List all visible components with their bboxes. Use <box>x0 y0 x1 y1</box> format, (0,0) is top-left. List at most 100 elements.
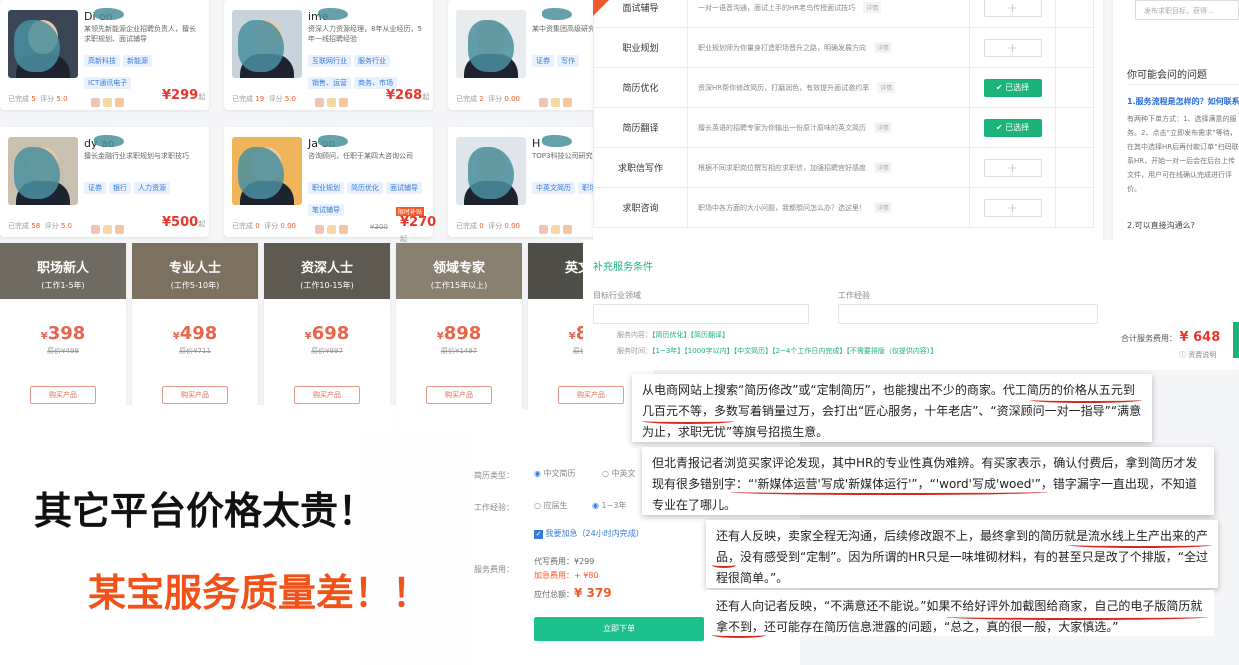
consultant-price: ¥270起 <box>400 215 437 243</box>
action-icons[interactable] <box>536 219 572 238</box>
tier-header: 职场新人 (工作1-5年) <box>0 243 126 299</box>
skill-tag: 职业规划 <box>308 182 344 194</box>
service-row: 求职咨询 职场中各方面的大小问题，我都想问怎么办？选这里！ 详情 + <box>593 187 1094 228</box>
tier-orig-price: 原价¥1497 <box>440 347 478 355</box>
tier-header: 资深人士 (工作10-15年) <box>264 243 390 299</box>
tier-title: 专业人士 <box>168 261 221 276</box>
highlight-underline <box>712 632 766 638</box>
consultant-card[interactable]: Ja oo 咨询顾问，任职于某四大咨询公司 职业规划简历优化面试辅导笔试辅导 已… <box>224 127 436 243</box>
supplement-panel: 补充服务条件 目标行业领域 工作经验 服务内容：【简历优化】【简历翻译】 服务时… <box>583 240 1239 370</box>
detail-link[interactable]: 详情 <box>863 2 882 13</box>
tier-price: ¥498 <box>172 323 218 344</box>
tier-title: 领域专家 <box>432 261 485 276</box>
search-input[interactable]: 发布求职目标，获得... <box>1135 0 1239 20</box>
tier-orig-price: 原价¥997 <box>311 347 343 355</box>
radio-icon: ○ <box>534 501 541 510</box>
headline-overlay <box>0 405 470 665</box>
consultant-name: H <box>532 137 541 150</box>
radio-icon: ◉ <box>534 469 541 478</box>
privacy-blur <box>94 8 124 20</box>
selected-button[interactable]: ✔ 已选择 <box>983 118 1042 137</box>
consultant-desc: 咨询顾问，任职于某四大咨询公司 <box>308 152 413 160</box>
selected-button[interactable]: ✔ 已选择 <box>983 78 1042 97</box>
order-button-edge[interactable] <box>1233 322 1239 358</box>
service-time: 服务时间：【1~3年】【1000字以内】【中文简历】【2~4个工作日内完成】【不… <box>617 347 938 355</box>
tag-list: 互联网行业 服务行业销售、运营 商务、市场 <box>308 48 428 92</box>
add-button[interactable]: + <box>983 158 1042 177</box>
skill-tag: 高新科技 <box>84 55 120 67</box>
service-spacer <box>1055 147 1094 188</box>
action-icons[interactable] <box>88 219 124 238</box>
radio-graduate[interactable]: ○ 应届生 <box>534 500 568 511</box>
action-icons[interactable] <box>312 92 348 111</box>
service-action: ✔ 已选择 <box>969 107 1056 148</box>
total-fee: 合计服务费用： ¥ 648 <box>1121 330 1221 345</box>
skill-tag: 笔试辅导 <box>308 204 344 216</box>
service-desc: 资深HR帮你修改简历，打磨润色，有效提升面试邀约率 详情 <box>687 67 970 108</box>
buy-button[interactable]: 购买产品 <box>558 386 624 404</box>
skill-tag: 证券 <box>84 182 106 194</box>
action-icons[interactable] <box>536 92 572 111</box>
stats: 已完成 0 评分 0.00 <box>232 222 296 230</box>
consultant-card[interactable]: Di on 某领先新能源企业招聘负责人，擅长求职规划、面试辅导 高新科技新能源I… <box>0 0 209 110</box>
fee-writing: 代写费用：¥299 <box>534 557 595 566</box>
service-name: 职业规划 <box>593 27 688 68</box>
faq-title: 你可能会问的问题 <box>1127 70 1207 81</box>
service-table: 面试辅导 一对一语音沟通，面试上手的HR老鸟传授面试技巧 详情 + 职业规划 职业… <box>593 0 1094 228</box>
detail-link[interactable]: 详情 <box>874 162 893 173</box>
add-button[interactable]: + <box>983 0 1042 17</box>
urgent-checkbox[interactable]: ✓ 我要加急（24小时内完成） <box>534 528 644 539</box>
service-action: + <box>969 147 1056 188</box>
tier-sub: (工作1-5年) <box>41 281 85 290</box>
action-icons[interactable] <box>88 92 124 111</box>
consultant-card[interactable]: dy ao 擅长金融行业求职规划与求职技巧 证券银行人力资源 已完成 58 评分… <box>0 127 209 237</box>
field-industry-label: 目标行业领域 <box>593 291 641 300</box>
radio-chinese[interactable]: ◉ 中文简历 <box>534 468 576 479</box>
consultant-card[interactable]: ime 资深人力资源经理，8年从业经历，5年一线招聘经验 互联网行业服务行业销售… <box>224 0 433 110</box>
service-action: + <box>969 0 1056 28</box>
quote-1: 从电商网站上搜索“简历修改”或“定制简历”，也能搜出不少的商家。代工简历的价格从… <box>632 374 1152 442</box>
privacy-blur <box>318 8 348 20</box>
tier-sub: (工作10-15年) <box>300 281 354 290</box>
tier-header: 领域专家 (工作15年以上) <box>396 243 522 299</box>
tier-title: 资深人士 <box>300 261 353 276</box>
action-icons[interactable] <box>312 219 348 238</box>
detail-link[interactable]: 详情 <box>874 202 893 213</box>
buy-button[interactable]: 购买产品 <box>30 386 96 404</box>
tier-price: ¥898 <box>436 323 482 344</box>
quote-4: 还有人向记者反映，“不满意还不能说。”如果不给好评外加截图给商家，自己的电子版简… <box>706 590 1214 636</box>
field-industry-input[interactable] <box>593 304 809 324</box>
highlight-underline <box>730 489 1048 495</box>
faq-item[interactable]: 2.可以直接沟通么? <box>1127 220 1227 231</box>
detail-link[interactable]: 详情 <box>874 122 893 133</box>
service-spacer <box>1055 187 1094 228</box>
privacy-blur <box>94 135 124 147</box>
highlight-underline <box>642 418 734 424</box>
service-table-panel: 面试辅导 一对一语音沟通，面试上手的HR老鸟传授面试技巧 详情 + 职业规划 职业… <box>593 0 1103 240</box>
service-spacer <box>1055 67 1094 108</box>
service-spacer <box>1055 0 1094 28</box>
faq-a1: 有两种下单方式：1、选择满意的服务。2、点击“立即发布需求”等待，在其中选择HR… <box>1127 115 1239 193</box>
radio-bilingual[interactable]: ○ 中英文 <box>602 468 636 479</box>
tier-price: ¥698 <box>304 323 350 344</box>
service-spacer <box>1055 107 1094 148</box>
detail-link[interactable]: 详情 <box>874 42 893 53</box>
detail-link[interactable]: 详情 <box>877 82 896 93</box>
field-experience-input[interactable] <box>838 304 1098 324</box>
service-row: 职业规划 职业规划师为你量身打造职场晋升之路，明确发展方向 详情 + <box>593 27 1094 68</box>
service-name: 面试辅导 <box>593 0 688 28</box>
submit-order-button[interactable]: 立即下单 <box>534 617 704 641</box>
highlight-underline <box>712 562 736 568</box>
buy-button[interactable]: 购买产品 <box>426 386 492 404</box>
faq-q1[interactable]: 1.服务流程是怎样的？如何联系 <box>1127 96 1239 107</box>
add-button[interactable]: + <box>983 198 1042 217</box>
tier-orig-price: 原价¥711 <box>179 347 211 355</box>
service-desc: 擅长英语的招聘专家为你输出一份原汁原味的英文简历 详情 <box>687 107 970 148</box>
buy-button[interactable]: 购买产品 <box>294 386 360 404</box>
fee-note[interactable]: ⓘ 资费说明 <box>1179 350 1216 360</box>
resume-type-label: 简历类型： <box>474 471 514 480</box>
add-button[interactable]: + <box>983 38 1042 57</box>
radio-1-3y[interactable]: ◉ 1~3年 <box>592 500 626 511</box>
service-action: + <box>969 27 1056 68</box>
buy-button[interactable]: 购买产品 <box>162 386 228 404</box>
